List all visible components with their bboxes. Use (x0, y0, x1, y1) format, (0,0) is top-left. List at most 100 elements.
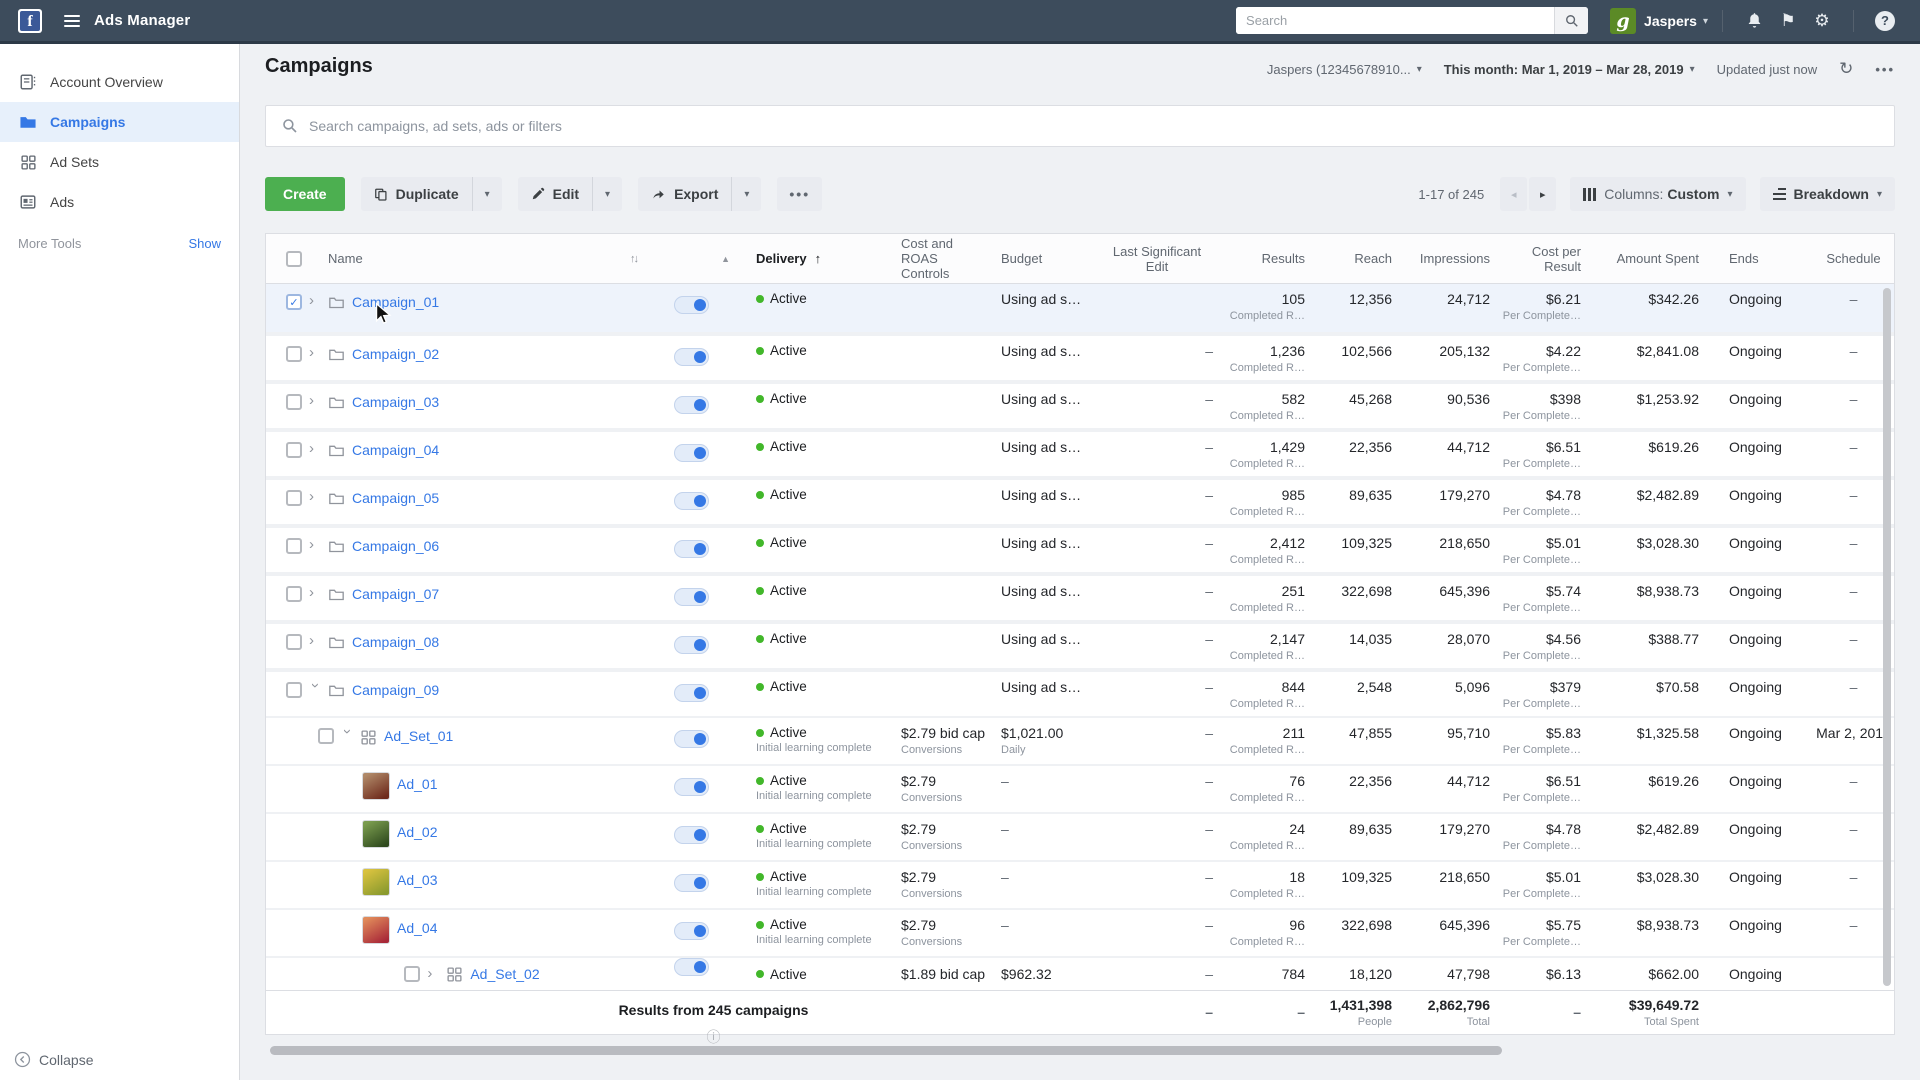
table-row-campaign_05[interactable]: › Campaign_05 Active Using ad s… –985 Complet… (266, 476, 1894, 524)
delivery-toggle[interactable] (673, 922, 709, 940)
row-name-link[interactable]: Campaign_06 (352, 538, 439, 554)
columns-button[interactable]: Columns: Custom ▾ (1570, 177, 1746, 211)
table-row-campaign_09[interactable]: › Campaign_09 Active Using ad s… –844 Complet… (266, 668, 1894, 716)
notifications-bell-icon[interactable] (1737, 6, 1771, 36)
sidebar-item-ad-sets[interactable]: Ad Sets (0, 142, 239, 182)
table-row-campaign_04[interactable]: › Campaign_04 Active Using ad s… –1,429 Compl… (266, 428, 1894, 476)
chevron-down-icon[interactable]: › (339, 729, 356, 741)
chevron-right-icon[interactable]: › (309, 293, 321, 308)
delivery-toggle[interactable] (673, 492, 709, 510)
breakdown-button[interactable]: Breakdown ▾ (1759, 177, 1895, 211)
col-name[interactable]: Name (328, 251, 363, 266)
sidebar-item-ads[interactable]: Ads (0, 182, 239, 222)
select-all-checkbox[interactable] (286, 250, 302, 267)
col-last-edit[interactable]: Last Significant Edit (1101, 244, 1221, 274)
row-name-link[interactable]: Campaign_04 (352, 442, 439, 458)
export-menu-button[interactable]: ▾ (731, 177, 762, 211)
table-row-ad_03[interactable]: Ad_03 Active Initial learning complete $2.7… (266, 860, 1894, 908)
horizontal-scrollbar[interactable] (270, 1046, 1502, 1055)
refresh-icon[interactable]: ↻ (1839, 59, 1853, 79)
settings-gear-icon[interactable]: ⚙ (1805, 6, 1839, 36)
col-schedule[interactable]: Schedule (1811, 251, 1896, 266)
col-ends[interactable]: Ends (1711, 251, 1811, 266)
delivery-toggle[interactable] (673, 826, 709, 844)
user-name[interactable]: Jaspers (1644, 13, 1697, 29)
chevron-right-icon[interactable]: › (427, 966, 439, 981)
row-checkbox[interactable] (286, 346, 302, 362)
delivery-toggle[interactable] (673, 684, 709, 702)
duplicate-menu-button[interactable]: ▾ (471, 177, 502, 211)
row-name-link[interactable]: Campaign_01 (352, 294, 439, 310)
chevron-right-icon[interactable]: › (309, 489, 321, 504)
col-budget[interactable]: Budget (1001, 251, 1101, 266)
row-checkbox[interactable] (286, 634, 302, 650)
prev-page-button[interactable]: ◂ (1500, 177, 1528, 211)
row-checkbox[interactable] (286, 394, 302, 410)
row-name-link[interactable]: Ad_03 (397, 872, 437, 888)
row-checkbox[interactable] (286, 442, 302, 458)
delivery-toggle[interactable] (673, 874, 709, 892)
row-name-link[interactable]: Ad_Set_01 (384, 728, 453, 744)
delivery-toggle[interactable] (673, 540, 709, 558)
row-name-link[interactable]: Campaign_09 (352, 682, 439, 698)
chevron-down-icon[interactable]: › (307, 683, 324, 695)
more-options-icon[interactable]: ••• (1875, 62, 1895, 77)
row-checkbox[interactable] (286, 586, 302, 602)
col-results[interactable]: Results (1221, 251, 1311, 266)
row-checkbox[interactable] (286, 682, 302, 698)
sort-icon[interactable]: ↑↓ (630, 253, 639, 265)
row-checkbox[interactable]: ✓ (286, 294, 302, 310)
table-row-ad_02[interactable]: Ad_02 Active Initial learning complete $2.7… (266, 812, 1894, 860)
table-row-campaign_08[interactable]: › Campaign_08 Active Using ad s… –2,147 Compl… (266, 620, 1894, 668)
date-range-selector[interactable]: This month: Mar 1, 2019 – Mar 28, 2019 ▾ (1444, 62, 1695, 77)
row-name-link[interactable]: Campaign_03 (352, 394, 439, 410)
vertical-scrollbar[interactable] (1883, 288, 1891, 986)
table-row-ad_01[interactable]: Ad_01 Active Initial learning complete $2.7… (266, 764, 1894, 812)
row-name-link[interactable]: Campaign_08 (352, 634, 439, 650)
sidebar-item-campaigns[interactable]: Campaigns (0, 102, 239, 142)
more-actions-button[interactable]: ••• (777, 177, 823, 211)
delivery-toggle[interactable] (673, 348, 709, 366)
delivery-toggle[interactable] (673, 636, 709, 654)
sidebar-item-account-overview[interactable]: Account Overview (0, 62, 239, 102)
chevron-right-icon[interactable]: › (309, 585, 321, 600)
edit-button[interactable]: Edit (517, 177, 593, 211)
delivery-toggle[interactable] (673, 778, 709, 796)
table-row-campaign_02[interactable]: › Campaign_02 Active Using ad s… –1,236 Compl… (266, 332, 1894, 380)
global-search-input[interactable] (1236, 7, 1555, 34)
help-icon[interactable]: ? (1868, 6, 1902, 36)
col-cost-roas[interactable]: Cost and ROAS Controls (901, 236, 1001, 281)
row-checkbox[interactable] (286, 538, 302, 554)
delivery-toggle[interactable] (673, 588, 709, 606)
row-checkbox[interactable] (286, 490, 302, 506)
next-page-button[interactable]: ▸ (1529, 177, 1557, 211)
table-row-ad_set_01[interactable]: › Ad_Set_01 Active Initial learning complet… (266, 716, 1894, 764)
col-reach[interactable]: Reach (1311, 251, 1396, 266)
delivery-toggle[interactable] (673, 296, 709, 314)
row-name-link[interactable]: Campaign_07 (352, 586, 439, 602)
chevron-right-icon[interactable]: › (309, 345, 321, 360)
col-cost-per-result[interactable]: Cost per Result (1496, 244, 1591, 274)
chevron-right-icon[interactable]: › (309, 633, 321, 648)
account-selector[interactable]: Jaspers (12345678910... ▾ (1267, 62, 1422, 77)
info-icon[interactable]: ⓘ (707, 1027, 721, 1047)
row-name-link[interactable]: Campaign_05 (352, 490, 439, 506)
col-impressions[interactable]: Impressions (1396, 251, 1496, 266)
table-row-campaign_01[interactable]: ✓ › Campaign_01 Active Using ad s… 105 Complet… (266, 284, 1894, 332)
menu-icon[interactable] (64, 14, 80, 27)
collapse-button[interactable]: Collapse (14, 1051, 93, 1068)
delivery-toggle[interactable] (673, 396, 709, 414)
table-row-campaign_03[interactable]: › Campaign_03 Active Using ad s… –582 Complet… (266, 380, 1894, 428)
facebook-logo-icon[interactable]: f (18, 8, 42, 33)
delivery-toggle[interactable] (673, 958, 709, 976)
table-row-campaign_06[interactable]: › Campaign_06 Active Using ad s… –2,412 Compl… (266, 524, 1894, 572)
row-name-link[interactable]: Ad_Set_02 (470, 966, 539, 982)
delivery-toggle[interactable] (673, 730, 709, 748)
flag-icon[interactable]: ⚑ (1771, 6, 1805, 36)
table-row-ad_set_02[interactable]: › Ad_Set_02 Active $1.89 bid cap $962.32 – 784… (266, 956, 1894, 990)
edit-menu-button[interactable]: ▾ (592, 177, 623, 211)
table-row-ad_04[interactable]: Ad_04 Active Initial learning complete $2.7… (266, 908, 1894, 956)
row-checkbox[interactable] (318, 728, 334, 744)
duplicate-button[interactable]: Duplicate (360, 177, 472, 211)
col-delivery[interactable]: Delivery (756, 251, 807, 266)
